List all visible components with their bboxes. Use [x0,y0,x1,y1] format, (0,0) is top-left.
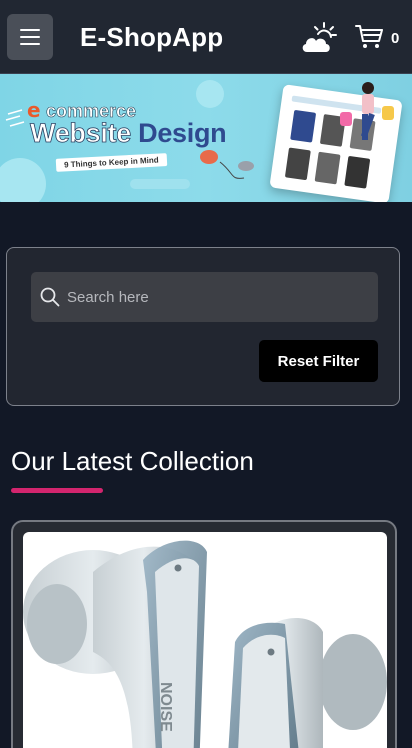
banner-title-part2: Design [138,118,227,148]
menu-line [20,36,40,38]
menu-line [20,43,40,45]
banner-title: Website Design [30,118,227,149]
filter-panel: Reset Filter [6,247,400,406]
hamburger-menu-button[interactable] [7,14,53,60]
product-brand-text: NOISE [157,682,174,732]
reset-filter-button[interactable]: Reset Filter [259,340,378,382]
mockup-product [290,109,317,143]
earbuds-image: NOISE [23,540,387,748]
banner-title-part1: Website [30,118,139,149]
search-box[interactable] [31,272,378,322]
mockup-product [344,155,371,189]
shopping-bag-icon [340,112,352,126]
partly-cloudy-icon[interactable] [300,20,338,56]
search-icon [40,287,60,307]
promo-banner[interactable]: e commerce Website Design 9 Things to Ke… [0,74,412,202]
cart-count-badge: 0 [391,30,400,47]
mockup-product [284,147,311,181]
browser-mockup-image [269,84,403,202]
search-input[interactable] [67,272,367,322]
shopping-cart-icon[interactable] [355,24,383,50]
section-title-underline [11,488,103,493]
product-image[interactable]: NOISE [23,532,387,748]
menu-line [20,29,40,31]
brand-title[interactable]: E-ShopApp [80,22,223,53]
shopper-figure-image [360,82,375,140]
top-navbar: E-ShopApp 0 [0,0,412,74]
mockup-product [314,151,341,185]
shopping-bag-icon [382,106,394,120]
brain-icon [200,150,218,164]
product-card[interactable]: NOISE [11,520,397,748]
section-title: Our Latest Collection [11,446,254,476]
